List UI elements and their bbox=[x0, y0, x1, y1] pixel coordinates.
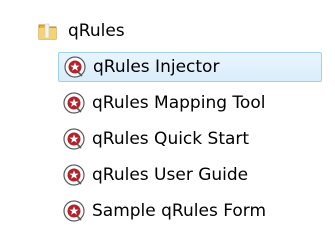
menu-item-label: qRules Quick Start bbox=[92, 129, 250, 149]
menu-item-label: qRules Injector bbox=[93, 57, 220, 77]
folder-icon bbox=[38, 23, 57, 40]
qrules-app-icon bbox=[63, 200, 85, 222]
menu-item-label: qRules Mapping Tool bbox=[92, 93, 266, 113]
qrules-app-icon bbox=[64, 56, 86, 78]
menu-item-qrules-user-guide[interactable]: qRules User Guide bbox=[58, 160, 322, 190]
menu-item-qrules-quick-start[interactable]: qRules Quick Start bbox=[58, 124, 322, 154]
menu-item-qrules-injector[interactable]: qRules Injector bbox=[58, 52, 322, 82]
folder-label: qRules bbox=[68, 21, 125, 41]
qrules-app-icon bbox=[63, 92, 85, 114]
folder-qrules[interactable]: qRules bbox=[38, 12, 125, 50]
menu-item-label: Sample qRules Form bbox=[92, 201, 267, 221]
menu-item-sample-qrules-form[interactable]: Sample qRules Form bbox=[58, 196, 322, 226]
qrules-app-icon bbox=[63, 128, 85, 150]
qrules-app-icon bbox=[63, 164, 85, 186]
menu-item-label: qRules User Guide bbox=[92, 165, 249, 185]
start-menu-tree: qRules qRules Injector qRules Mapping To… bbox=[0, 0, 335, 243]
menu-item-qrules-mapping-tool[interactable]: qRules Mapping Tool bbox=[58, 88, 322, 118]
